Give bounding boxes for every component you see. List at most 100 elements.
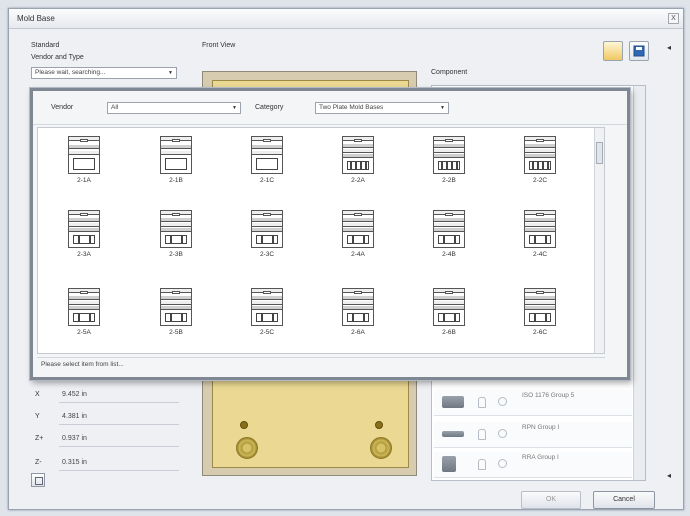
collapse-arrow-icon[interactable]: ◂ (667, 43, 671, 52)
mold-base-thumbnail-icon (68, 288, 100, 326)
mold-base-thumbnail-icon (524, 210, 556, 248)
link-icon[interactable] (498, 459, 507, 468)
mold-base-thumbnail-icon (68, 210, 100, 248)
mold-base-item[interactable]: 2-3B (146, 204, 206, 276)
mold-base-item-label: 2-4B (442, 251, 456, 258)
mold-base-item-label: 2-4A (351, 251, 365, 258)
mold-base-item[interactable]: 2-1A (54, 130, 114, 202)
mold-base-item[interactable]: 2-1C (237, 130, 297, 202)
vendor-type-label: Vendor and Type (31, 54, 84, 61)
coord-y-field[interactable]: 4.381 in (59, 411, 179, 425)
mold-base-item-label: 2-5C (259, 329, 275, 336)
mold-base-item-label: 2-3A (77, 251, 91, 258)
mold-base-thumbnail-icon (68, 136, 100, 174)
scroll-thumb[interactable] (596, 142, 603, 164)
mold-base-thumbnail-icon (342, 136, 374, 174)
mold-base-item-label: 2-1C (259, 177, 275, 184)
mold-base-item[interactable]: 2-6C (510, 282, 570, 353)
mold-base-thumbnail-icon (524, 136, 556, 174)
pin-icon (240, 421, 248, 429)
mold-base-thumbnail-icon (342, 210, 374, 248)
component-row[interactable]: RRA Group I (434, 452, 632, 478)
coord-zminus-field[interactable]: 0.315 in (59, 457, 179, 471)
mold-base-item-label: 2-3B (169, 251, 183, 258)
bolt-head-icon (236, 437, 258, 459)
grid-scrollbar[interactable] (594, 128, 604, 353)
mold-base-item-label: 2-6A (351, 329, 365, 336)
mold-base-item[interactable]: 2-3C (237, 204, 297, 276)
component-row[interactable]: ISO 1176 Group 5 (434, 390, 632, 416)
vendor-filter-label: Vendor (51, 104, 74, 111)
hand-icon[interactable] (478, 397, 486, 408)
bolt-head-icon (370, 437, 392, 459)
vendor-type-combo[interactable]: Please wait, searching... ▼ (31, 67, 177, 79)
mold-base-item-label: 2-6C (532, 329, 548, 336)
window-title: Mold Base (17, 14, 55, 23)
open-folder-button[interactable] (603, 41, 623, 61)
mold-base-item-label: 2-6B (442, 329, 456, 336)
pin-icon (442, 431, 464, 437)
mold-base-item[interactable]: 2-5B (146, 282, 206, 353)
mold-base-item[interactable]: 2-2A (328, 130, 388, 202)
link-icon[interactable] (498, 397, 507, 406)
standard-label: Standard (31, 42, 60, 49)
mold-base-item-label: 2-1B (169, 177, 183, 184)
mold-base-item[interactable]: 2-3A (54, 204, 114, 276)
status-bar: Please select item from list... (37, 357, 605, 371)
save-button[interactable] (629, 41, 649, 61)
mold-base-thumbnail-icon (251, 210, 283, 248)
mold-base-thumbnail-icon (433, 288, 465, 326)
expand-arrow-icon[interactable]: ◂ (667, 471, 671, 480)
ok-button[interactable]: OK (521, 491, 581, 509)
vendor-filter-combo[interactable]: All ▼ (107, 102, 241, 114)
mold-base-item-label: 2-2B (442, 177, 456, 184)
mold-base-item-label: 2-5A (77, 329, 91, 336)
mold-base-thumbnail-icon (160, 136, 192, 174)
mold-base-item[interactable]: 2-1B (146, 130, 206, 202)
link-icon[interactable] (498, 429, 507, 438)
component-label: Component (431, 69, 468, 76)
hand-icon[interactable] (478, 429, 486, 440)
mold-base-item[interactable]: 2-6A (328, 282, 388, 353)
component-scrollbar[interactable] (633, 86, 645, 480)
chevron-down-icon: ▼ (232, 105, 237, 111)
mold-base-item-label: 2-3C (259, 251, 275, 258)
component-name: RPN Group I (522, 424, 560, 431)
cancel-button[interactable]: Cancel (593, 491, 655, 509)
mold-base-item[interactable]: 2-2C (510, 130, 570, 202)
mold-base-thumbnail-icon (524, 288, 556, 326)
coord-label: Z- (35, 459, 42, 466)
close-button[interactable]: X (668, 13, 679, 24)
category-filter-label: Category (255, 104, 284, 111)
mold-base-item[interactable]: 2-5C (237, 282, 297, 353)
category-filter-combo[interactable]: Two Plate Mold Bases ▼ (315, 102, 449, 114)
mold-base-item-label: 2-2C (532, 177, 548, 184)
coord-x-field[interactable]: 9.452 in (59, 389, 179, 403)
title-bar: Mold Base X (9, 9, 683, 29)
mold-base-item-label: 2-4C (532, 251, 548, 258)
mold-base-item[interactable]: 2-5A (54, 282, 114, 353)
mold-base-thumbnail-icon (433, 210, 465, 248)
mold-base-item[interactable]: 2-2B (419, 130, 479, 202)
mold-base-thumbnail-icon (251, 136, 283, 174)
pin-icon (375, 421, 383, 429)
hand-icon[interactable] (478, 459, 486, 470)
help-button[interactable] (31, 473, 45, 487)
chevron-down-icon: ▼ (168, 70, 173, 76)
mold-base-item[interactable]: 2-4C (510, 204, 570, 276)
mold-base-item[interactable]: 2-4A (328, 204, 388, 276)
mold-base-item[interactable]: 2-4B (419, 204, 479, 276)
coord-label: X (35, 391, 40, 398)
mold-base-item-label: 2-5B (169, 329, 183, 336)
bushing-icon (442, 456, 456, 472)
save-icon (633, 45, 645, 57)
coord-zplus-field[interactable]: 0.937 in (59, 433, 179, 447)
coord-label: Y (35, 413, 40, 420)
component-row[interactable]: RPN Group I (434, 422, 632, 448)
preview-label: Front View (202, 42, 236, 49)
bolt-icon (442, 396, 464, 408)
category-filter-value: Two Plate Mold Bases (319, 104, 384, 111)
filter-bar: Vendor All ▼ Category Two Plate Mold Bas… (33, 91, 627, 125)
coord-label: Z+ (35, 435, 44, 442)
mold-base-item[interactable]: 2-6B (419, 282, 479, 353)
